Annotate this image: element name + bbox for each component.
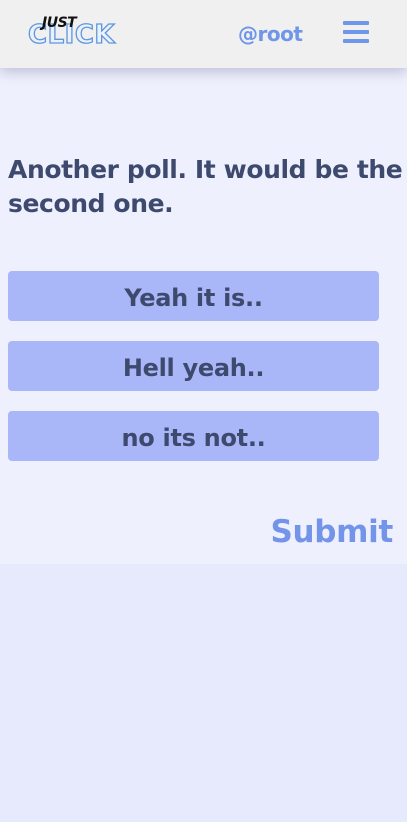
username-link[interactable]: @root (238, 19, 303, 49)
menu-bar-middle (343, 30, 369, 34)
hamburger-menu-icon[interactable] (343, 21, 369, 43)
submit-button[interactable]: Submit (270, 510, 393, 554)
menu-bar-bottom (343, 39, 369, 43)
poll-option-no-its-not[interactable]: no its not.. (8, 411, 379, 461)
just-click-logo[interactable]: JUST CLICK (27, 14, 128, 54)
top-navbar: JUST CLICK @root (0, 0, 407, 68)
poll-question: Another poll. It would be the second one… (8, 155, 403, 218)
menu-bar-top (343, 21, 369, 25)
poll-option-yeah-it-is[interactable]: Yeah it is.. (8, 271, 379, 321)
poll-option-hell-yeah[interactable]: Hell yeah.. (8, 341, 379, 391)
logo-just-text: JUST (42, 15, 77, 31)
